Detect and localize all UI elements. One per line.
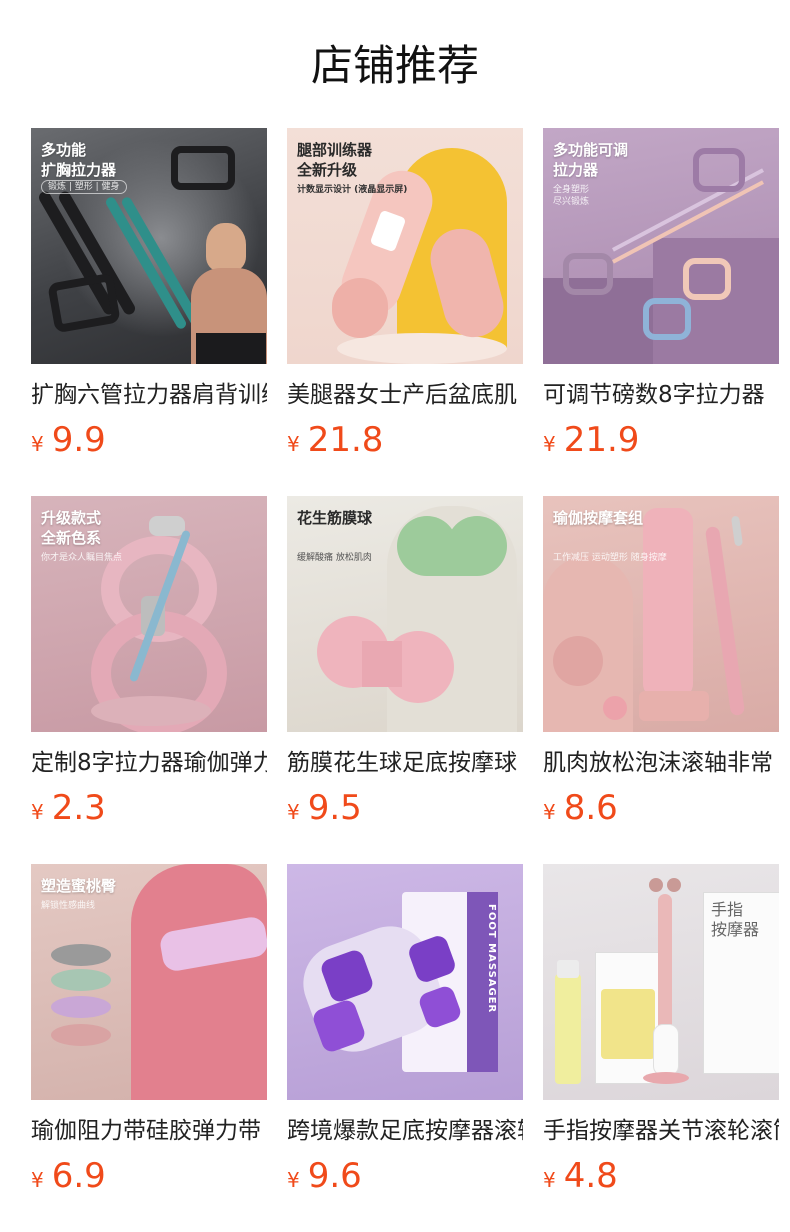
- price-value: 8.6: [563, 788, 618, 828]
- price-value: 4.8: [563, 1156, 618, 1196]
- product-grid: 多功能 扩胸拉力器 锻炼 | 塑形 | 健身 扩胸六管拉力器肩背训练 ¥9.9 …: [31, 128, 779, 1232]
- currency-symbol: ¥: [31, 800, 44, 824]
- page-title: 店铺推荐: [310, 41, 479, 90]
- price-value: 2.3: [51, 788, 106, 828]
- price-value: 21.9: [563, 420, 640, 460]
- product-image[interactable]: 升级款式 全新色系 你才是众人瞩目焦点: [31, 496, 267, 732]
- product-name[interactable]: 筋膜花生球足底按摩球: [287, 748, 523, 778]
- product-image[interactable]: 塑造蜜桃臀 解锁性感曲线: [31, 864, 267, 1100]
- product-price: ¥6.9: [31, 1154, 267, 1204]
- product-price: ¥9.5: [287, 786, 523, 836]
- product-image[interactable]: 多功能可调 拉力器 全身塑形 尽兴锻炼: [543, 128, 779, 364]
- currency-symbol: ¥: [543, 800, 556, 824]
- product-image[interactable]: 手指 按摩器: [543, 864, 779, 1100]
- product-image[interactable]: FOOT MASSAGER: [287, 864, 523, 1100]
- product-name[interactable]: 肌肉放松泡沫滚轴非常: [543, 748, 779, 778]
- product-price: ¥21.8: [287, 418, 523, 468]
- price-value: 9.9: [51, 420, 106, 460]
- product-card[interactable]: 多功能可调 拉力器 全身塑形 尽兴锻炼 可调节磅数8字拉力器 ¥21.9: [543, 128, 779, 496]
- product-name[interactable]: 可调节磅数8字拉力器: [543, 380, 779, 410]
- product-card[interactable]: 多功能 扩胸拉力器 锻炼 | 塑形 | 健身 扩胸六管拉力器肩背训练 ¥9.9: [31, 128, 267, 496]
- product-name[interactable]: 瑜伽阻力带硅胶弹力带: [31, 1116, 267, 1146]
- product-price: ¥2.3: [31, 786, 267, 836]
- product-name[interactable]: 定制8字拉力器瑜伽弹力: [31, 748, 267, 778]
- price-value: 21.8: [307, 420, 384, 460]
- product-card[interactable]: 腿部训练器 全新升级 计数显示设计 (液晶显示屏) 美腿器女士产后盆底肌 ¥21…: [287, 128, 523, 496]
- product-price: ¥8.6: [543, 786, 779, 836]
- currency-symbol: ¥: [543, 1168, 556, 1192]
- product-image[interactable]: 多功能 扩胸拉力器 锻炼 | 塑形 | 健身: [31, 128, 267, 364]
- product-name[interactable]: 扩胸六管拉力器肩背训练: [31, 380, 267, 410]
- product-name[interactable]: 美腿器女士产后盆底肌: [287, 380, 523, 410]
- product-card[interactable]: FOOT MASSAGER 跨境爆款足底按摩器滚轮 ¥9.6: [287, 864, 523, 1232]
- currency-symbol: ¥: [31, 1168, 44, 1192]
- product-price: ¥9.6: [287, 1154, 523, 1204]
- product-price: ¥4.8: [543, 1154, 779, 1204]
- product-card[interactable]: 手指 按摩器 手指按摩器关节滚轮滚筒 ¥4.8: [543, 864, 779, 1232]
- product-image[interactable]: 腿部训练器 全新升级 计数显示设计 (液晶显示屏): [287, 128, 523, 364]
- product-card[interactable]: 花生筋膜球 缓解酸痛 放松肌肉 筋膜花生球足底按摩球 ¥9.5: [287, 496, 523, 864]
- product-name[interactable]: 手指按摩器关节滚轮滚筒: [543, 1116, 779, 1146]
- product-price: ¥9.9: [31, 418, 267, 468]
- product-card[interactable]: 升级款式 全新色系 你才是众人瞩目焦点 定制8字拉力器瑜伽弹力 ¥2.3: [31, 496, 267, 864]
- currency-symbol: ¥: [287, 1168, 300, 1192]
- product-image[interactable]: 瑜伽按摩套组 工作减压 运动塑形 随身按摩: [543, 496, 779, 732]
- price-value: 9.6: [307, 1156, 362, 1196]
- currency-symbol: ¥: [287, 432, 300, 456]
- product-name[interactable]: 跨境爆款足底按摩器滚轮: [287, 1116, 523, 1146]
- currency-symbol: ¥: [31, 432, 44, 456]
- product-card[interactable]: 塑造蜜桃臀 解锁性感曲线 瑜伽阻力带硅胶弹力带 ¥6.9: [31, 864, 267, 1232]
- currency-symbol: ¥: [543, 432, 556, 456]
- product-image[interactable]: 花生筋膜球 缓解酸痛 放松肌肉: [287, 496, 523, 732]
- price-value: 9.5: [307, 788, 362, 828]
- product-card[interactable]: 瑜伽按摩套组 工作减压 运动塑形 随身按摩 肌肉放松泡沫滚轴非常 ¥8.6: [543, 496, 779, 864]
- price-value: 6.9: [51, 1156, 106, 1196]
- product-price: ¥21.9: [543, 418, 779, 468]
- currency-symbol: ¥: [287, 800, 300, 824]
